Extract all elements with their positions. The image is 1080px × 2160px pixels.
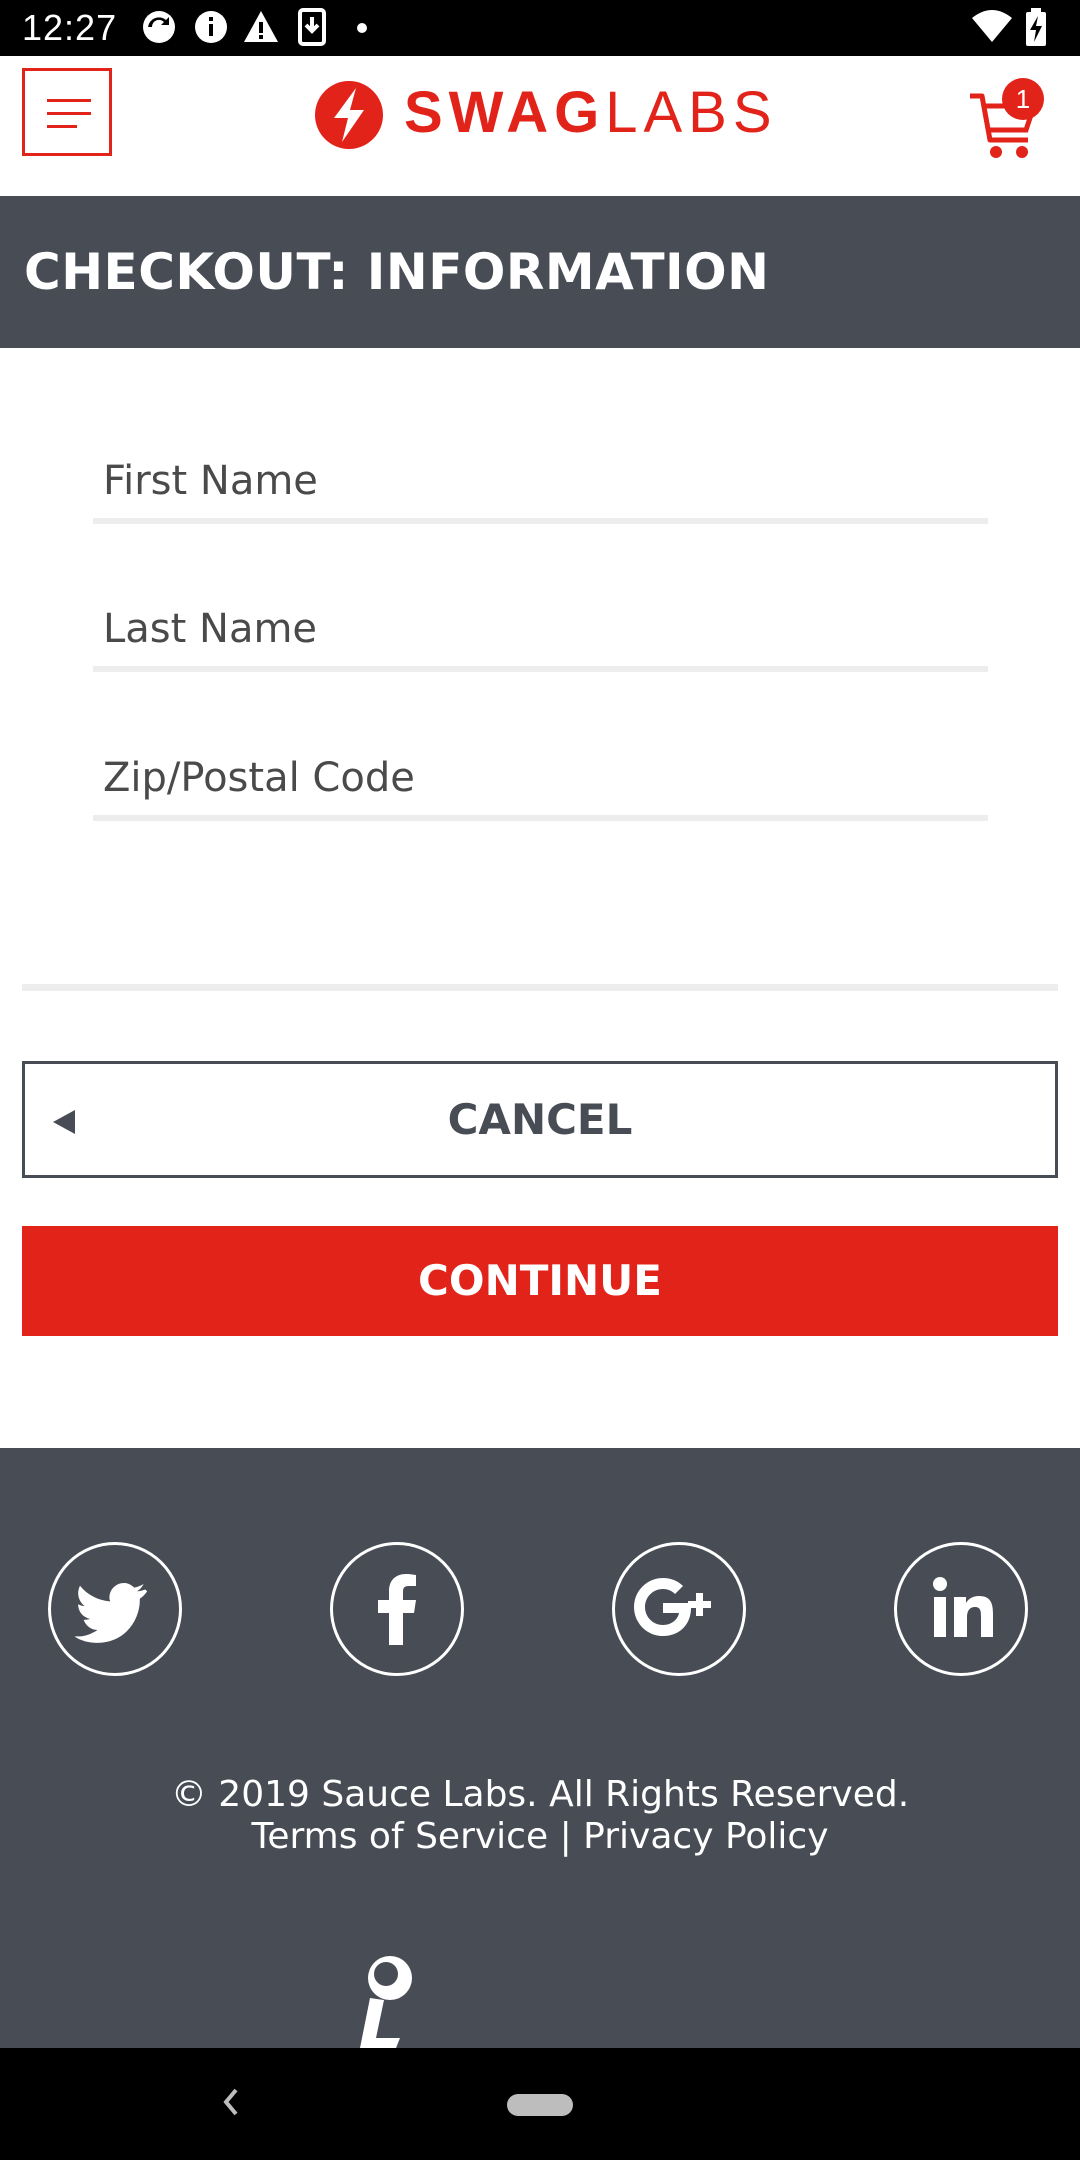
zip-field [93,741,988,821]
field-underline [93,518,988,524]
wifi-icon [972,10,1012,42]
copyright-text: © 2019 Sauce Labs. All Rights Reserved. [170,1774,910,1815]
page-title-bar: CHECKOUT: INFORMATION [0,196,1080,348]
continue-label: CONTINUE [418,1256,662,1305]
swag-labs-logo: SWAGLABS [312,78,772,149]
battery-icon [1026,8,1046,46]
status-time: 12:27 [22,7,118,48]
twitter-link[interactable] [48,1542,182,1676]
cancel-label: CANCEL [447,1095,633,1144]
nav-home-pill[interactable] [507,2094,573,2116]
menu-button[interactable] [22,68,112,156]
cart-badge: 1 [1002,78,1044,120]
google-plus-link[interactable] [612,1542,746,1676]
system-nav-bar [0,2048,1080,2160]
notification-dot-icon [357,23,367,33]
logo-bolt-icon [315,81,383,149]
facebook-icon [378,1574,416,1645]
form-divider [22,984,1058,991]
facebook-link[interactable] [330,1542,464,1676]
footer: © 2019 Sauce Labs. All Rights Reserved. … [0,1448,1080,2048]
first-name-input[interactable] [93,444,988,518]
download-icon [298,8,326,46]
twitter-icon [74,1583,148,1643]
field-underline [93,666,988,672]
zip-input[interactable] [93,741,988,815]
menu-icon-bar [47,125,77,128]
app-header: SWAGLABS 1 [0,56,1080,196]
terms-of-service-link[interactable]: Terms of Service [251,1816,548,1857]
status-bar: 12:27 [0,0,1080,56]
menu-icon [47,99,91,102]
nav-back-icon[interactable] [220,2086,240,2118]
swag-bot-icon [360,1956,412,2048]
field-underline [93,815,988,821]
sync-icon [143,11,175,43]
logo-light-text: LABS [605,80,778,145]
continue-button[interactable]: CONTINUE [22,1226,1058,1336]
google-plus-icon [634,1578,711,1636]
logo-text: SWAGLABS [404,82,778,144]
footer-link-separator: | [559,1816,572,1857]
page-title: CHECKOUT: INFORMATION [24,243,770,301]
cancel-button[interactable]: CANCEL [22,1061,1058,1178]
linkedin-link[interactable] [894,1542,1028,1676]
warning-icon [244,11,278,42]
logo-bold-text: SWAG [404,80,606,145]
info-icon [195,11,227,43]
privacy-policy-link[interactable]: Privacy Policy [583,1816,828,1857]
first-name-field [93,444,988,524]
last-name-input[interactable] [93,592,988,666]
cart-button[interactable]: 1 [968,78,1048,168]
footer-links: Terms of Service | Privacy Policy [0,1816,1080,1858]
last-name-field [93,592,988,672]
menu-icon-bar [47,112,91,115]
linkedin-icon [933,1577,993,1637]
